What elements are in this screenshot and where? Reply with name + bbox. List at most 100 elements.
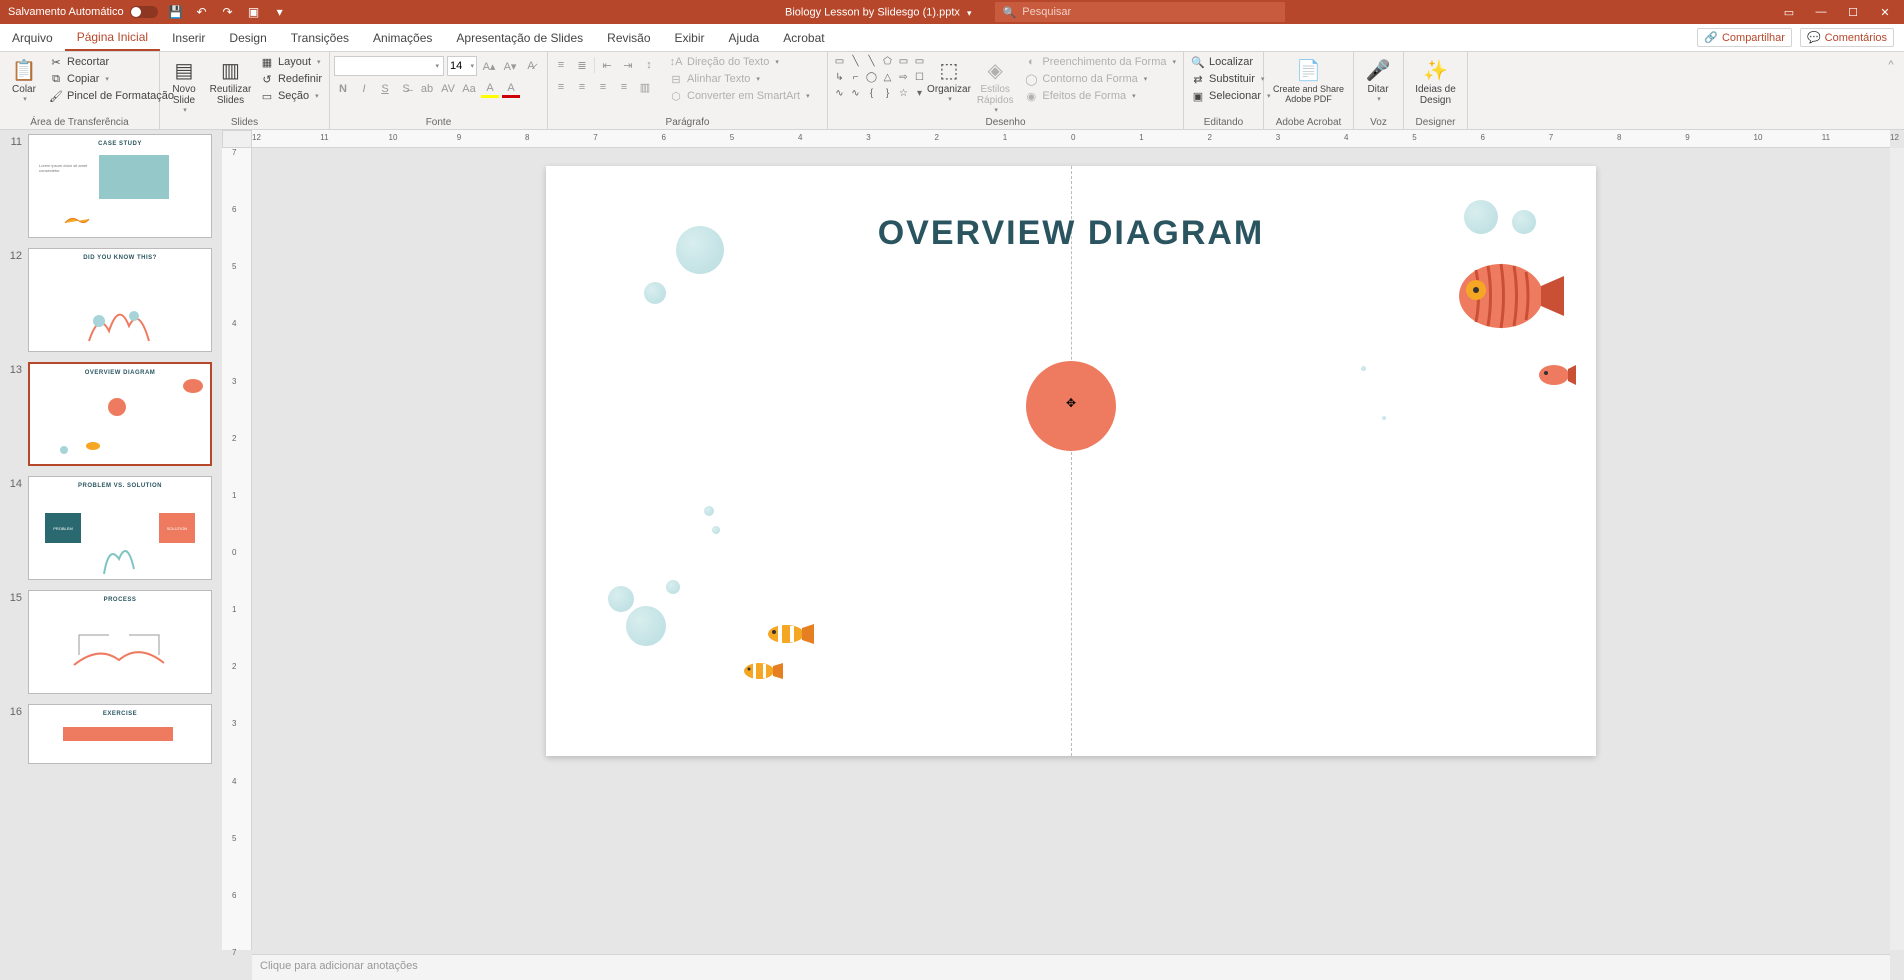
columns-icon[interactable]: ▥ [636, 78, 654, 96]
group-label-editing: Editando [1188, 116, 1259, 129]
undo-icon[interactable]: ↶ [194, 4, 210, 20]
canvas-area[interactable]: OVERVIEW DIAGRAM ✥ [252, 148, 1890, 950]
redo-icon[interactable]: ↷ [220, 4, 236, 20]
vertical-scrollbar[interactable] [1890, 148, 1904, 950]
dictate-button[interactable]: 🎤 Ditar▾ [1358, 54, 1398, 105]
bubble-decoration [626, 606, 666, 646]
comment-icon: 💬 [1807, 31, 1821, 44]
arrange-button[interactable]: ⬚ Organizar▾ [929, 54, 969, 105]
decrease-font-icon[interactable]: A▾ [501, 57, 519, 75]
font-size-combo[interactable]: 14▾ [447, 56, 477, 76]
horizontal-ruler[interactable]: 1211109876543210123456789101112 [252, 130, 1890, 148]
line-spacing-icon[interactable]: ↕ [640, 56, 658, 74]
tab-animacoes[interactable]: Animações [361, 24, 444, 51]
replace-icon: ⇄ [1191, 72, 1205, 86]
layout-button[interactable]: ▦Layout▾ [257, 54, 325, 70]
shadow-icon[interactable]: ab [418, 80, 436, 98]
tab-inserir[interactable]: Inserir [160, 24, 217, 51]
new-slide-button[interactable]: ▤ Novo Slide▾ [164, 54, 204, 116]
group-adobe: 📄 Create and Share Adobe PDF Adobe Acrob… [1264, 52, 1354, 129]
slide-thumb-15[interactable]: 15 PROCESS [6, 590, 216, 694]
ribbon-display-icon[interactable]: ▭ [1782, 5, 1796, 19]
slide-thumb-16[interactable]: 16 EXERCISE [6, 704, 216, 764]
vertical-ruler[interactable]: 765432101234567 [222, 148, 252, 950]
slide-canvas[interactable]: OVERVIEW DIAGRAM ✥ [546, 166, 1596, 756]
convert-smartart-button[interactable]: ⬡Converter em SmartArt▾ [666, 88, 813, 104]
increase-indent-icon[interactable]: ⇥ [619, 56, 637, 74]
decrease-indent-icon[interactable]: ⇤ [598, 56, 616, 74]
tab-acrobat[interactable]: Acrobat [771, 24, 836, 51]
maximize-icon[interactable]: ☐ [1846, 5, 1860, 19]
comments-button[interactable]: 💬Comentários [1800, 28, 1894, 47]
pdf-icon: 📄 [1296, 56, 1321, 84]
notes-placeholder[interactable]: Clique para adicionar anotações [252, 954, 1890, 980]
close-icon[interactable]: ✕ [1878, 5, 1892, 19]
format-painter-button[interactable]: 🖌Pincel de Formatação [46, 88, 177, 104]
slide-thumb-12[interactable]: 12 DID YOU KNOW THIS? [6, 248, 216, 352]
tab-pagina-inicial[interactable]: Página Inicial [65, 24, 160, 51]
align-right-icon[interactable]: ≡ [594, 78, 612, 96]
document-title: Biology Lesson by Slidesgo (1).pptx [785, 7, 960, 19]
fish-decoration [764, 622, 814, 646]
reset-button[interactable]: ↺Redefinir [257, 71, 325, 87]
tab-revisao[interactable]: Revisão [595, 24, 662, 51]
qat-customize-icon[interactable]: ▾ [272, 4, 288, 20]
search-box[interactable]: 🔍 [995, 2, 1285, 22]
cut-icon: ✂ [49, 55, 63, 69]
numbering-icon[interactable]: ≣ [573, 56, 591, 74]
increase-font-icon[interactable]: A▴ [480, 57, 498, 75]
replace-button[interactable]: ⇄Substituir▾ [1188, 71, 1274, 87]
tab-apresentacao[interactable]: Apresentação de Slides [444, 24, 595, 51]
tab-transicoes[interactable]: Transições [279, 24, 361, 51]
shapes-gallery[interactable]: ▭╲╲⬠▭▭ ↳⌐◯△⇨☐ ∿∿{}☆▾ [832, 54, 927, 101]
copy-button[interactable]: ⧉Copiar▾ [46, 71, 177, 87]
group-label-adobe: Adobe Acrobat [1268, 116, 1349, 129]
group-label-font: Fonte [334, 116, 543, 129]
find-button[interactable]: 🔍Localizar [1188, 54, 1274, 70]
tab-design[interactable]: Design [217, 24, 278, 51]
align-left-icon[interactable]: ≡ [552, 78, 570, 96]
underline-icon[interactable]: S [376, 80, 394, 98]
italic-icon[interactable]: I [355, 80, 373, 98]
bold-icon[interactable]: N [334, 80, 352, 98]
create-share-pdf-button[interactable]: 📄 Create and Share Adobe PDF [1268, 54, 1349, 106]
select-button[interactable]: ▣Selecionar▾ [1188, 88, 1274, 104]
thumbnail-panel[interactable]: 11 CASE STUDY Lorem ipsum dolor sit amet… [0, 130, 222, 980]
share-button[interactable]: 🔗Compartilhar [1697, 28, 1792, 47]
highlight-icon[interactable]: A [481, 80, 499, 98]
align-center-icon[interactable]: ≡ [573, 78, 591, 96]
save-icon[interactable]: 💾 [168, 4, 184, 20]
text-direction-button[interactable]: ↕ADireção do Texto▾ [666, 54, 813, 70]
cut-button[interactable]: ✂Recortar [46, 54, 177, 70]
bullets-icon[interactable]: ≡ [552, 56, 570, 74]
collapse-ribbon-icon[interactable]: ^ [1882, 56, 1900, 74]
design-ideas-button[interactable]: ✨ Ideias de Design [1408, 54, 1463, 108]
slide-thumb-14[interactable]: 14 PROBLEM VS. SOLUTION PROBLEM SOLUTION [6, 476, 216, 580]
shape-effects-button[interactable]: ◉Efeitos de Forma▾ [1021, 88, 1179, 104]
minimize-icon[interactable]: — [1814, 5, 1828, 19]
justify-icon[interactable]: ≡ [615, 78, 633, 96]
clear-format-icon[interactable]: A̷ [522, 57, 540, 75]
start-from-beginning-icon[interactable]: ▣ [246, 4, 262, 20]
slide-thumb-13[interactable]: 13 OVERVIEW DIAGRAM [6, 362, 216, 466]
autosave-toggle[interactable]: Salvamento Automático [8, 6, 158, 18]
strike-icon[interactable]: S̶ [397, 80, 415, 98]
circle-shape[interactable] [1026, 361, 1116, 451]
tab-ajuda[interactable]: Ajuda [717, 24, 772, 51]
font-name-combo[interactable]: ▾ [334, 56, 444, 76]
title-center: Biology Lesson by Slidesgo (1).pptx ▾ 🔍 [288, 2, 1782, 22]
quick-styles-button[interactable]: ◈ Estilos Rápidos▾ [971, 54, 1019, 116]
section-button[interactable]: ▭Seção▾ [257, 88, 325, 104]
font-color-icon[interactable]: A [502, 80, 520, 98]
tab-arquivo[interactable]: Arquivo [0, 24, 65, 51]
search-input[interactable] [1022, 6, 1276, 18]
tab-exibir[interactable]: Exibir [663, 24, 717, 51]
slide-thumb-11[interactable]: 11 CASE STUDY Lorem ipsum dolor sit amet… [6, 134, 216, 238]
align-text-button[interactable]: ⊟Alinhar Texto▾ [666, 71, 813, 87]
paste-button[interactable]: 📋 Colar▾ [4, 54, 44, 105]
reuse-slides-button[interactable]: ▥ Reutilizar Slides [206, 54, 255, 108]
change-case-icon[interactable]: Aa [460, 80, 478, 98]
shape-fill-button[interactable]: ◐Preenchimento da Forma▾ [1021, 54, 1179, 70]
char-spacing-icon[interactable]: AV [439, 80, 457, 98]
shape-outline-button[interactable]: ◯Contorno da Forma▾ [1021, 71, 1179, 87]
